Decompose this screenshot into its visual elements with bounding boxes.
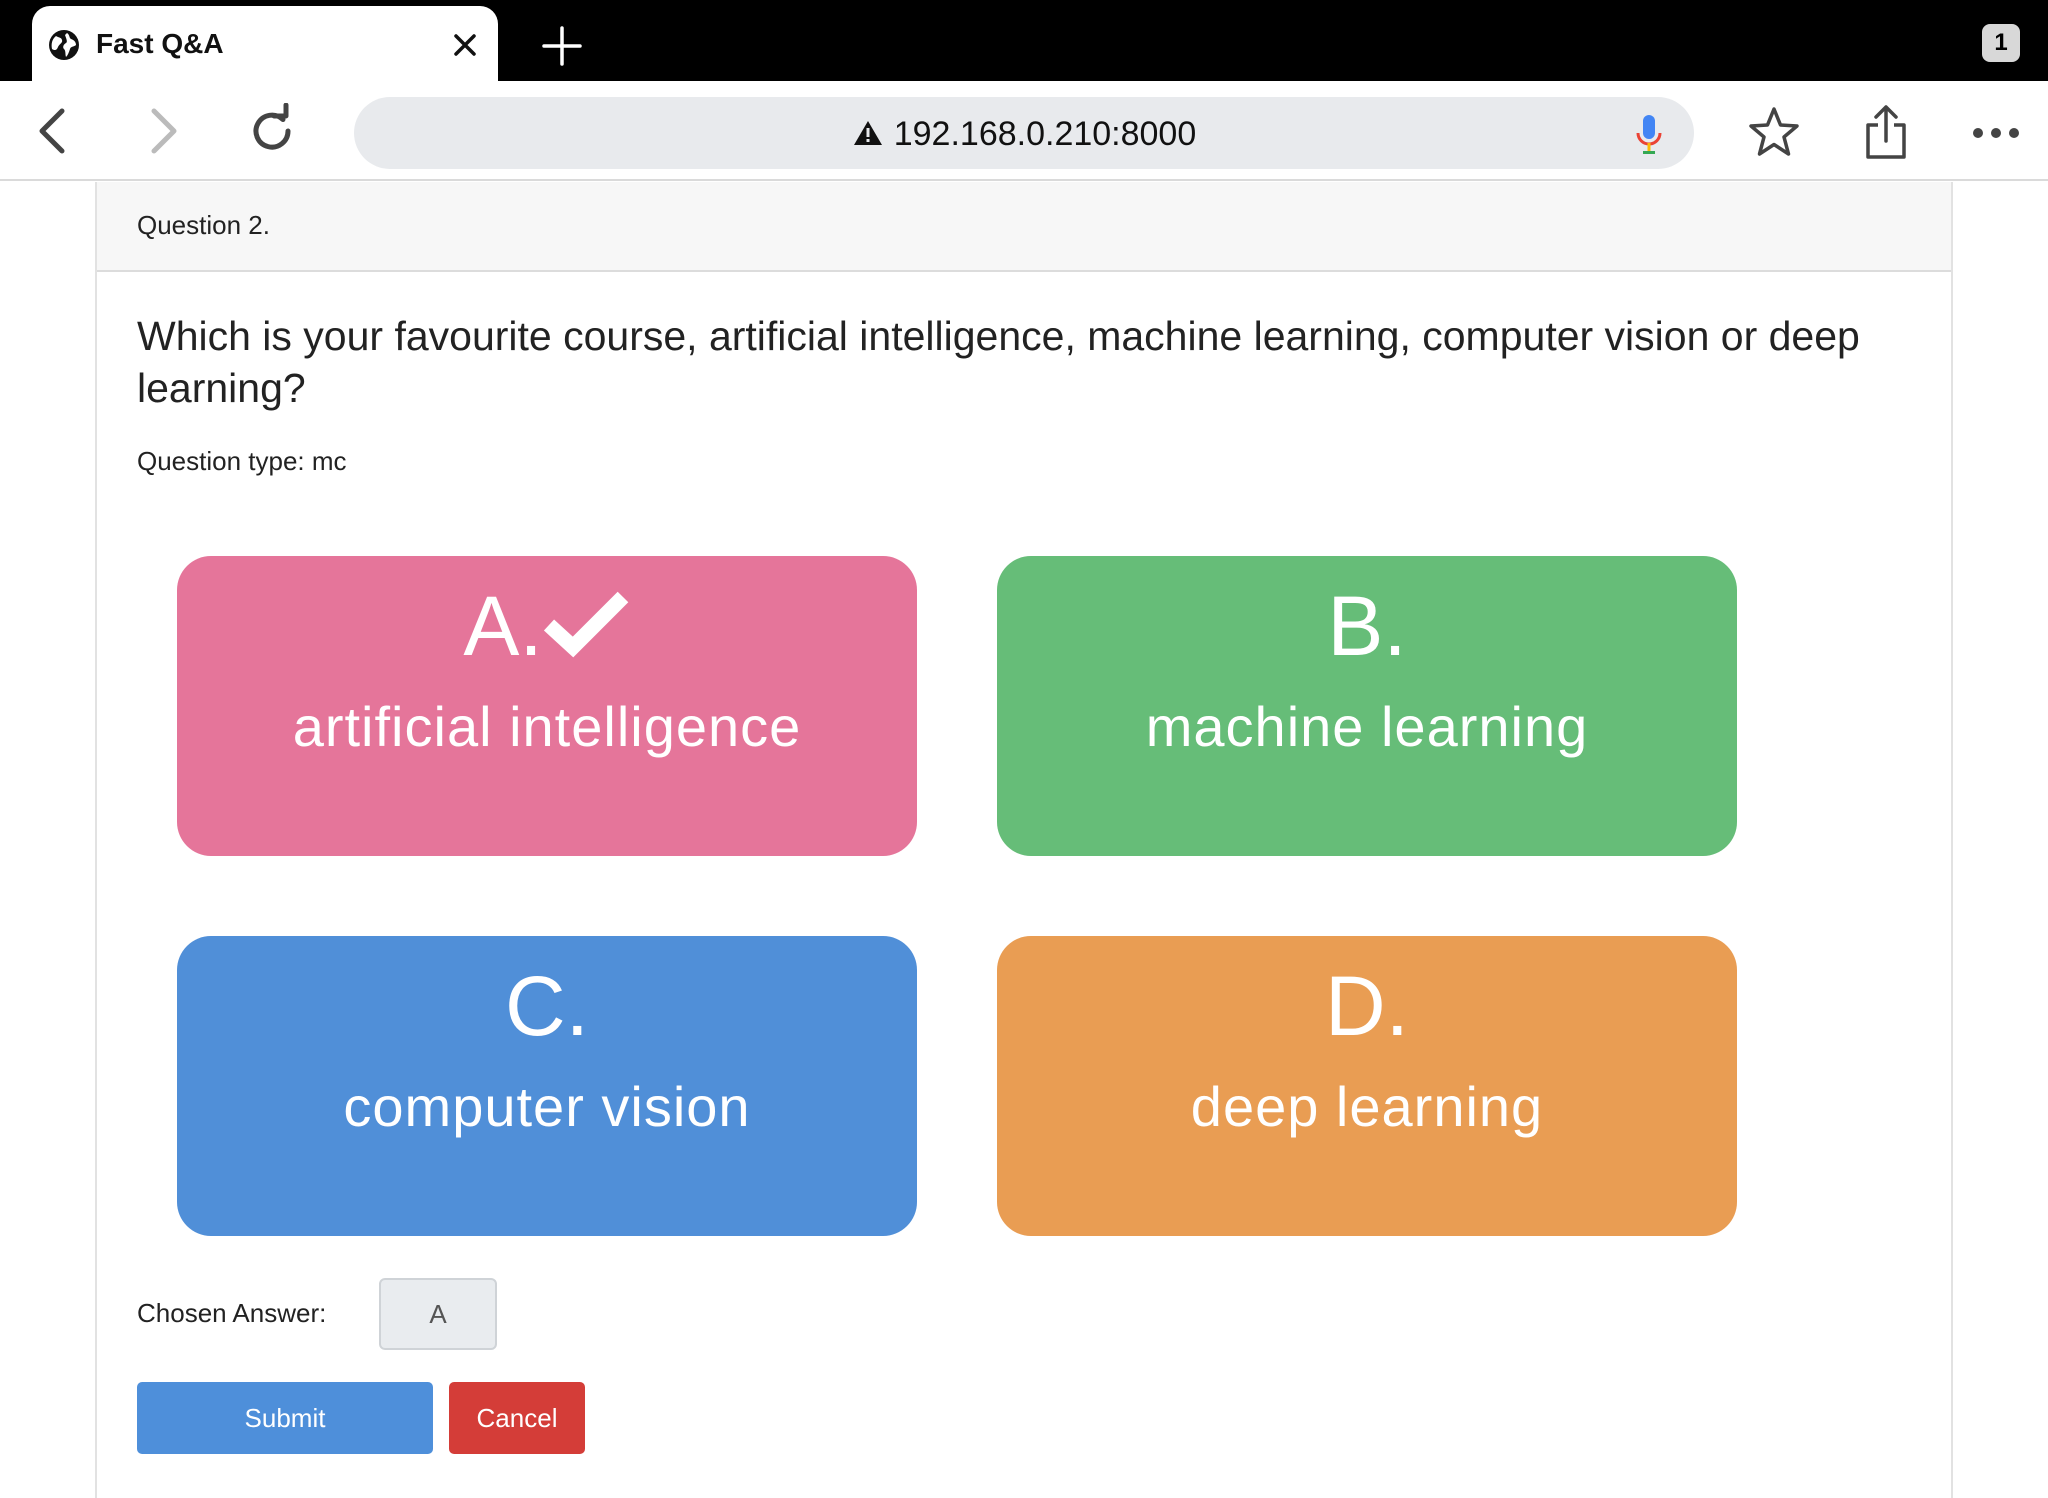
option-a-button[interactable]: A. artificial intelligence (177, 556, 917, 856)
close-icon[interactable] (450, 30, 480, 60)
card-header: Question 2. (97, 182, 1951, 272)
option-d-button[interactable]: D. deep learning (997, 936, 1737, 1236)
warning-icon (853, 121, 882, 145)
star-icon[interactable] (1744, 103, 1804, 163)
option-letter: A. (463, 579, 543, 673)
option-label: computer vision (343, 1075, 751, 1138)
tab-strip: Fast Q&A 1 (0, 0, 2048, 81)
browser-tab[interactable]: Fast Q&A (32, 6, 498, 81)
question-text: Which is your favourite course, artifici… (137, 313, 1860, 411)
browser-toolbar: 192.168.0.210:8000 (0, 81, 2048, 181)
chosen-answer-label: Chosen Answer: (137, 1298, 327, 1328)
option-b-button[interactable]: B. machine learning (997, 556, 1737, 856)
tab-count-badge[interactable]: 1 (1982, 24, 2020, 62)
url-text: 192.168.0.210:8000 (893, 115, 1197, 153)
microphone-icon[interactable] (1634, 113, 1664, 157)
option-c-button[interactable]: C. computer vision (177, 936, 917, 1236)
tab-title: Fast Q&A (96, 28, 224, 59)
web-page: Question 2. Which is your favourite cour… (0, 182, 2048, 1498)
question-card: Question 2. Which is your favourite cour… (95, 182, 1953, 1498)
question-number: Question 2. (137, 210, 270, 240)
chosen-answer-field[interactable]: A (379, 1278, 497, 1350)
share-icon[interactable] (1856, 103, 1916, 163)
checkmark-icon (543, 591, 628, 658)
option-label: deep learning (1190, 1075, 1544, 1138)
back-icon[interactable] (26, 103, 82, 159)
cancel-button[interactable]: Cancel (449, 1382, 585, 1454)
option-letter: D. (1325, 959, 1409, 1053)
option-label: artificial intelligence (292, 695, 802, 758)
question-type: Question type: mc (137, 446, 347, 476)
new-tab-icon[interactable] (540, 24, 584, 68)
address-bar[interactable]: 192.168.0.210:8000 (354, 97, 1694, 169)
forward-icon[interactable] (134, 103, 190, 159)
option-letter: C. (505, 959, 589, 1053)
more-menu-icon[interactable] (1966, 103, 2026, 163)
globe-icon (49, 30, 79, 60)
option-label: machine learning (1145, 695, 1589, 758)
reload-icon[interactable] (244, 103, 300, 159)
option-letter: B. (1327, 579, 1407, 673)
submit-button[interactable]: Submit (137, 1382, 433, 1454)
